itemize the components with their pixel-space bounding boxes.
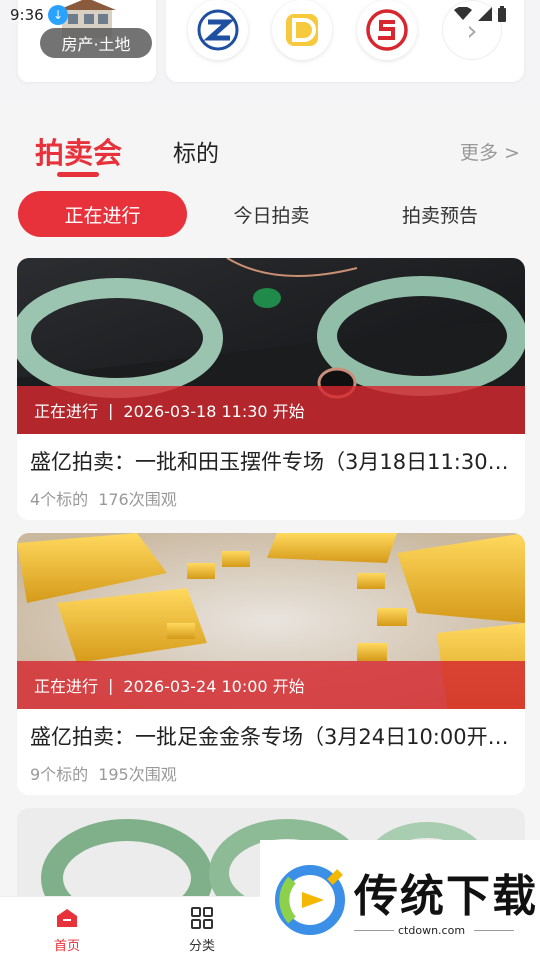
lot-count: 9个标的: [30, 765, 89, 784]
card-status-bar: 正在进行 | 2026-03-18 11:30 开始: [17, 386, 525, 434]
segment-upcoming[interactable]: 拍卖预告: [356, 191, 524, 237]
status-label: 正在进行: [34, 402, 99, 421]
battery-icon: [498, 6, 506, 22]
nav-home[interactable]: 首页: [37, 907, 97, 954]
auction-card[interactable]: 正在进行 | 2026-03-24 10:00 开始 盛亿拍卖：一批足金金条专场…: [17, 533, 525, 795]
divider: [354, 930, 394, 931]
tab-auction[interactable]: 拍卖会: [35, 130, 122, 172]
status-label: 正在进行: [34, 677, 99, 696]
segment-ongoing[interactable]: 正在进行: [18, 191, 187, 237]
separator: |: [108, 675, 114, 695]
watermark: 传统下载 ctdown.com: [260, 840, 540, 960]
start-time: 2026-03-24 10:00 开始: [123, 677, 305, 696]
category-icon: [191, 907, 213, 929]
more-link[interactable]: 更多 >: [460, 138, 520, 165]
status-icons: [454, 6, 506, 22]
nav-category[interactable]: 分类: [172, 907, 232, 954]
lot-count: 4个标的: [30, 490, 89, 509]
auction-title: 盛亿拍卖：一批足金金条专场（3月24日10:00开始）: [30, 725, 515, 749]
watermark-url: ctdown.com: [398, 924, 466, 937]
segment-control: 正在进行 今日拍卖 拍卖预告: [18, 191, 524, 237]
property-label: 房产·土地: [40, 28, 152, 58]
signal-icon: [478, 7, 492, 21]
download-icon: ↓: [48, 5, 68, 25]
start-time: 2026-03-18 11:30 开始: [123, 402, 305, 421]
card-status-bar: 正在进行 | 2026-03-24 10:00 开始: [17, 661, 525, 709]
watermark-logo-icon: [275, 865, 345, 935]
auction-meta: 9个标的 195次围观: [30, 761, 177, 785]
status-time: 9:36: [10, 6, 44, 24]
tab-underline: [57, 172, 99, 177]
auction-title: 盛亿拍卖：一批和田玉摆件专场（3月18日11:30开始）: [30, 450, 515, 474]
status-bar: 9:36 ↓: [0, 0, 540, 32]
view-count: 195次围观: [98, 765, 177, 784]
tab-lots[interactable]: 标的: [173, 134, 219, 168]
watermark-text: 传统下载: [354, 871, 538, 922]
divider: [474, 930, 514, 931]
auction-card[interactable]: 正在进行 | 2026-03-18 11:30 开始 盛亿拍卖：一批和田玉摆件专…: [17, 258, 525, 520]
wifi-icon: [454, 7, 472, 20]
home-icon: [57, 909, 77, 927]
nav-category-label: 分类: [188, 939, 215, 954]
separator: |: [108, 400, 114, 420]
nav-home-label: 首页: [53, 939, 80, 954]
auction-meta: 4个标的 176次围观: [30, 486, 177, 510]
segment-today[interactable]: 今日拍卖: [187, 191, 356, 237]
main-tabs: 拍卖会 标的 更多 >: [0, 128, 540, 178]
view-count: 176次围观: [98, 490, 177, 509]
